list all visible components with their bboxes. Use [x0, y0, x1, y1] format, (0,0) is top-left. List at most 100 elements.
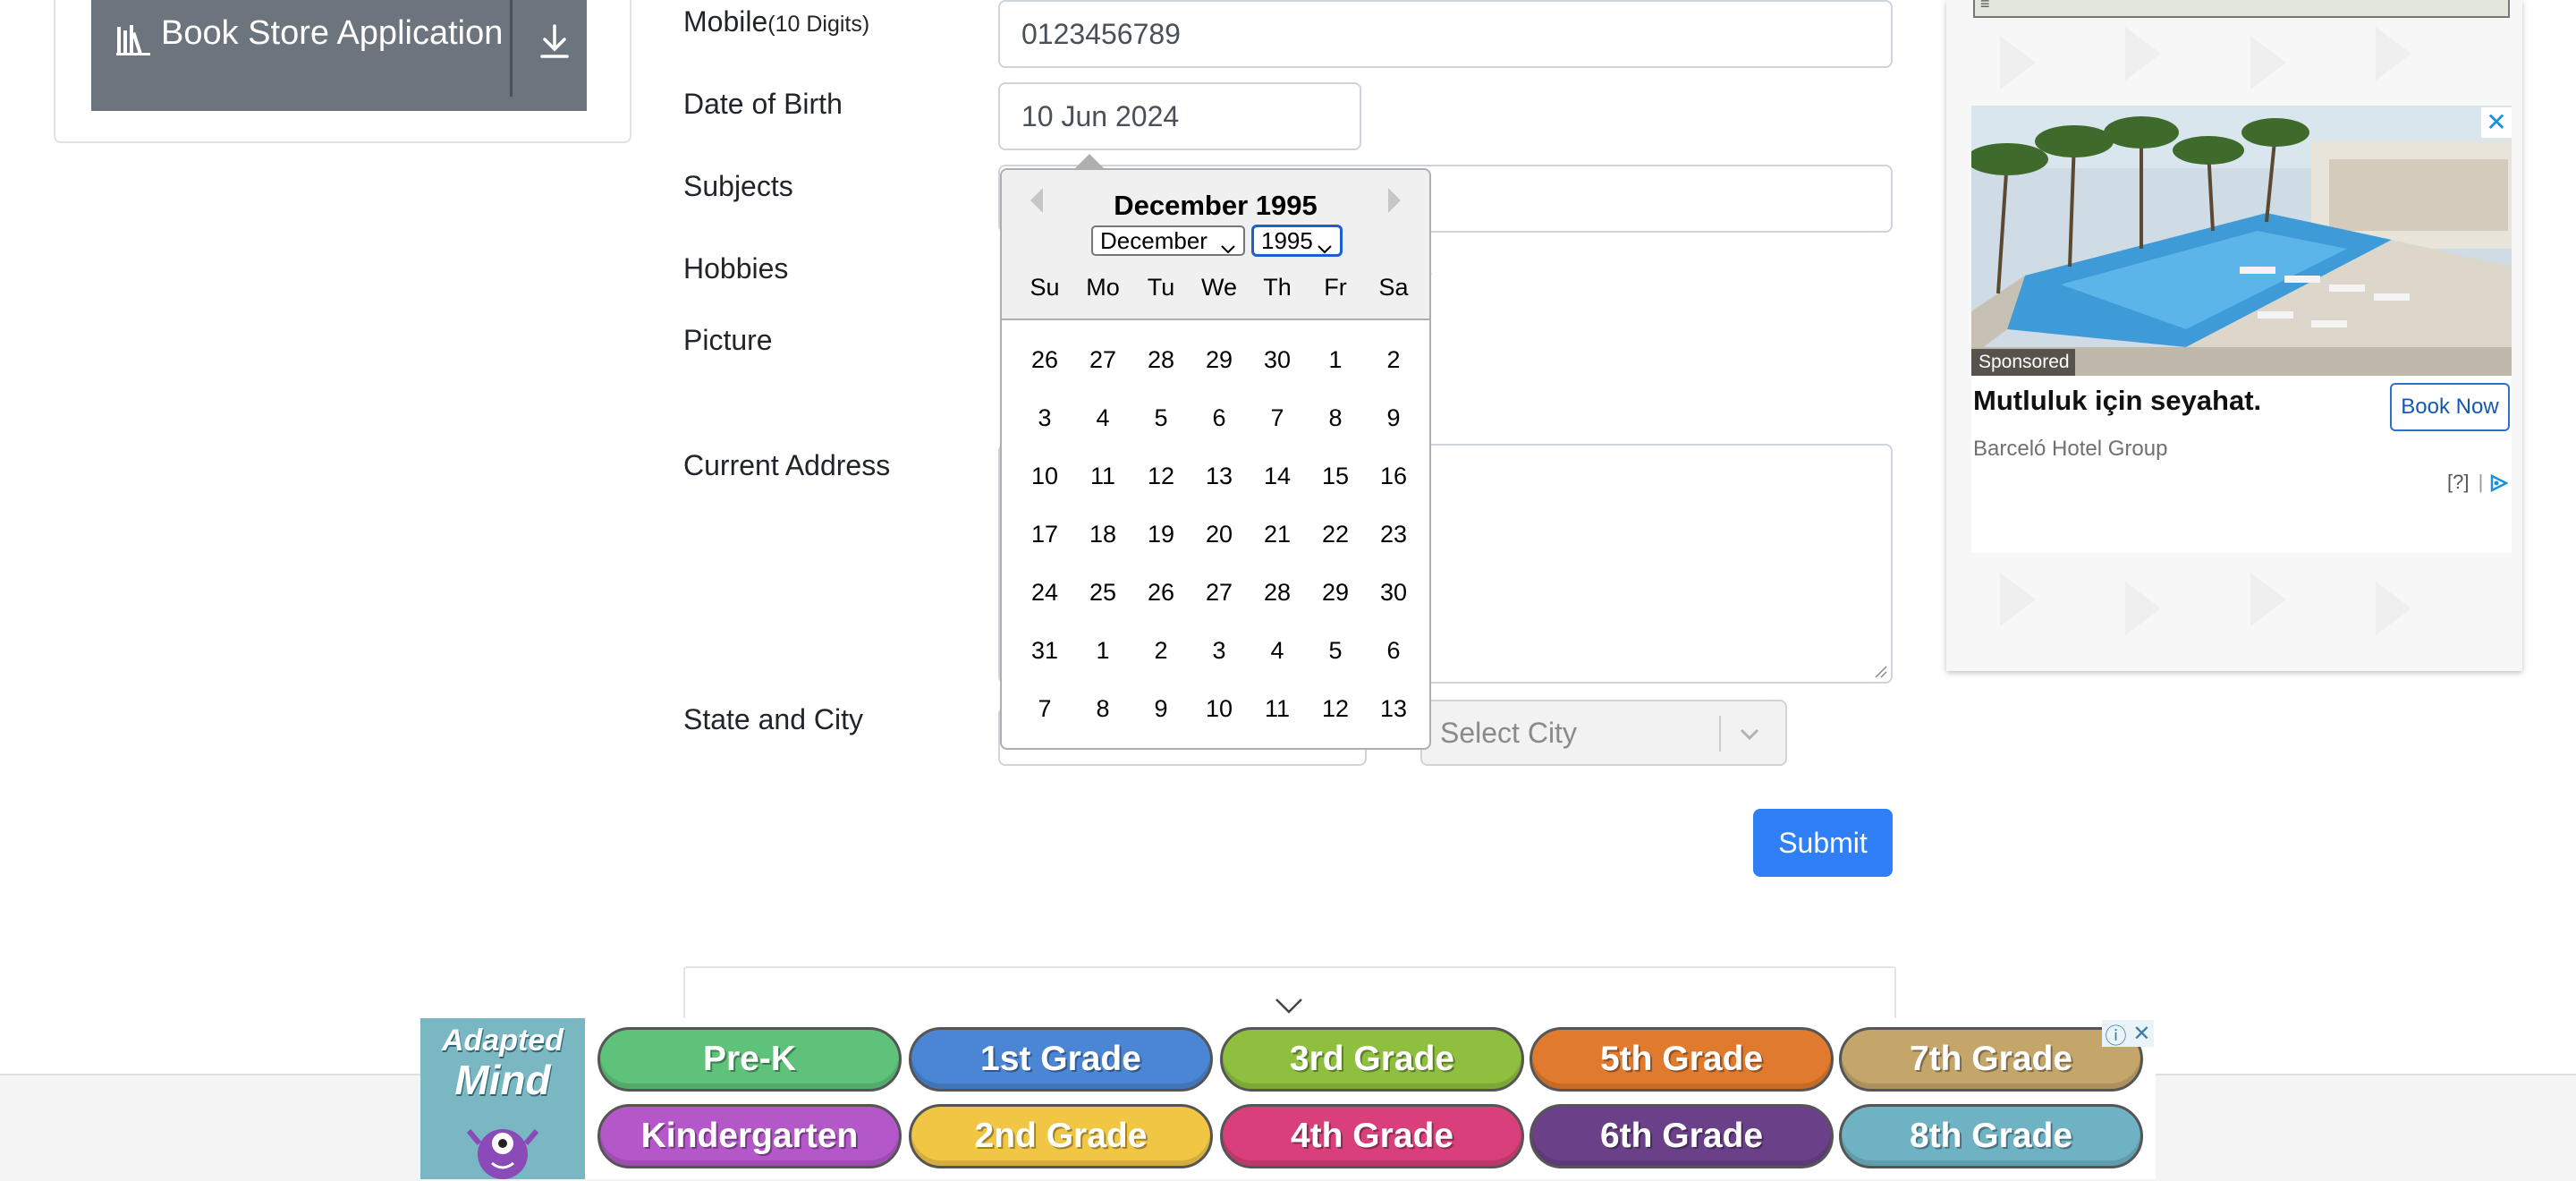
calendar-day[interactable]: 9 [1132, 684, 1190, 734]
calendar-day[interactable]: 6 [1191, 393, 1248, 443]
calendar-day[interactable]: 2 [1132, 625, 1190, 675]
calendar-day[interactable]: 30 [1365, 567, 1422, 617]
calendar-day[interactable]: 6 [1365, 625, 1422, 675]
grade-button[interactable]: 1st Grade [909, 1027, 1213, 1092]
calendar-day[interactable]: 3 [1016, 393, 1073, 443]
calendar-day[interactable]: 5 [1132, 393, 1190, 443]
grade-button[interactable]: 5th Grade [1530, 1027, 1834, 1092]
calendar-day[interactable]: 26 [1016, 335, 1073, 385]
resize-handle-icon[interactable] [1873, 664, 1887, 678]
calendar-day[interactable]: 1 [1307, 335, 1364, 385]
download-icon[interactable] [538, 23, 571, 64]
calendar-day[interactable]: 4 [1249, 625, 1306, 675]
calendar-day[interactable]: 22 [1307, 509, 1364, 559]
calendar-day[interactable]: 27 [1074, 335, 1131, 385]
calendar-day[interactable]: 21 [1249, 509, 1306, 559]
submit-button[interactable]: Submit [1753, 809, 1893, 877]
datepicker-header: December 1995 December 1995 Su Mo Tu We Th Fr… [1002, 170, 1429, 320]
calendar-day[interactable]: 24 [1016, 567, 1073, 617]
grade-button[interactable]: 6th Grade [1530, 1104, 1834, 1168]
calendar-day[interactable]: 29 [1307, 567, 1364, 617]
adchoices-icon[interactable] [2488, 474, 2510, 493]
year-select[interactable]: 1995 [1251, 225, 1343, 257]
grade-button[interactable]: 3rd Grade [1220, 1027, 1524, 1092]
calendar-day[interactable]: 30 [1249, 335, 1306, 385]
calendar-day[interactable]: 5 [1307, 625, 1364, 675]
calendar-day[interactable]: 13 [1365, 684, 1422, 734]
select-city[interactable]: Select City [1420, 700, 1787, 766]
calendar-day[interactable]: 14 [1249, 451, 1306, 501]
calendar-day[interactable]: 13 [1191, 451, 1248, 501]
chevron-down-icon[interactable] [1274, 995, 1304, 1021]
weekday-header: We [1200, 274, 1237, 301]
calendar-day[interactable]: 28 [1249, 567, 1306, 617]
calendar-day[interactable]: 8 [1074, 684, 1131, 734]
sidebar-item-label: Book Store Application [161, 14, 504, 52]
grade-button[interactable]: 4th Grade [1220, 1104, 1524, 1168]
month-select-value: December [1100, 227, 1208, 254]
calendar-day[interactable]: 28 [1132, 335, 1190, 385]
calendar-day[interactable]: 10 [1016, 451, 1073, 501]
calendar-day[interactable]: 8 [1307, 393, 1364, 443]
calendar-day[interactable]: 15 [1307, 451, 1364, 501]
calendar-day[interactable]: 3 [1191, 625, 1248, 675]
calendar-day[interactable]: 16 [1365, 451, 1422, 501]
ad-close-icon[interactable]: ✕ [2132, 1021, 2150, 1047]
grade-button[interactable]: Kindergarten [597, 1104, 902, 1168]
ad-advertiser[interactable]: Barceló Hotel Group [1973, 437, 2167, 462]
calendar-day[interactable]: 10 [1191, 684, 1248, 734]
weekday-header: Tu [1147, 274, 1175, 301]
dob-label: Date of Birth [683, 88, 843, 120]
mobile-input[interactable]: 0123456789 [998, 0, 1893, 68]
calendar-day[interactable]: 31 [1016, 625, 1073, 675]
calendar-day[interactable]: 17 [1016, 509, 1073, 559]
calendar-day[interactable]: 26 [1132, 567, 1190, 617]
grade-button[interactable]: 7th Grade [1839, 1027, 2143, 1092]
year-select-value: 1995 [1261, 227, 1313, 254]
ad-sponsored-badge: Sponsored [1971, 349, 2075, 376]
sidebar-item-book-store-application[interactable]: Book Store Application [91, 0, 587, 111]
mobile-label: Mobile(10 Digits) [683, 5, 870, 38]
ad-book-now-button[interactable]: Book Now [2390, 383, 2510, 431]
calendar-day[interactable]: 20 [1191, 509, 1248, 559]
ad-close-button[interactable]: ✕ [2481, 107, 2512, 138]
weekday-header: Su [1030, 274, 1060, 301]
grade-button[interactable]: 2nd Grade [909, 1104, 1213, 1168]
ad-headline[interactable]: Mutluluk için seyahat. [1973, 385, 2261, 417]
calendar-day[interactable]: 7 [1016, 684, 1073, 734]
ad-image-hotel-pool[interactable] [1971, 106, 2512, 376]
ad-close-controls[interactable]: ⓘ ✕ [2102, 1018, 2154, 1049]
calendar-day[interactable]: 9 [1365, 393, 1422, 443]
state-city-label: State and City [683, 703, 863, 735]
subjects-label: Subjects [683, 170, 793, 202]
weekday-header: Fr [1324, 274, 1347, 301]
datepicker-current-month: December 1995 [1114, 190, 1318, 221]
calendar-day[interactable]: 11 [1074, 451, 1131, 501]
divider [510, 0, 513, 97]
calendar-day[interactable]: 25 [1074, 567, 1131, 617]
ad-info-icon[interactable]: ⓘ [2105, 1018, 2126, 1049]
calendar-day[interactable]: 12 [1132, 451, 1190, 501]
adapted-mind-logo[interactable]: Adapted Mind [420, 1018, 585, 1179]
monster-mascot-icon [467, 1129, 538, 1179]
dob-input[interactable]: 10 Jun 2024 [998, 82, 1361, 150]
chevron-down-icon [1317, 234, 1333, 261]
grade-button[interactable]: Pre-K [597, 1027, 902, 1092]
calendar-day[interactable]: 1 [1074, 625, 1131, 675]
ad-info-link[interactable]: [?] [2447, 471, 2469, 493]
calendar-day[interactable]: 11 [1249, 684, 1306, 734]
calendar-day[interactable]: 19 [1132, 509, 1190, 559]
calendar-day[interactable]: 12 [1307, 684, 1364, 734]
grade-button[interactable]: 8th Grade [1839, 1104, 2143, 1168]
calendar-day[interactable]: 23 [1365, 509, 1422, 559]
calendar-day[interactable]: 7 [1249, 393, 1306, 443]
calendar-day[interactable]: 2 [1365, 335, 1422, 385]
menu-icon: ≡ [1980, 0, 1990, 13]
logo-line-2: Mind [454, 1057, 551, 1103]
calendar-day[interactable]: 18 [1074, 509, 1131, 559]
calendar-day[interactable]: 29 [1191, 335, 1248, 385]
calendar-day[interactable]: 27 [1191, 567, 1248, 617]
calendar-day[interactable]: 4 [1074, 393, 1131, 443]
month-select[interactable]: December [1091, 225, 1245, 256]
ad-info[interactable]: [?] | [2447, 471, 2510, 494]
